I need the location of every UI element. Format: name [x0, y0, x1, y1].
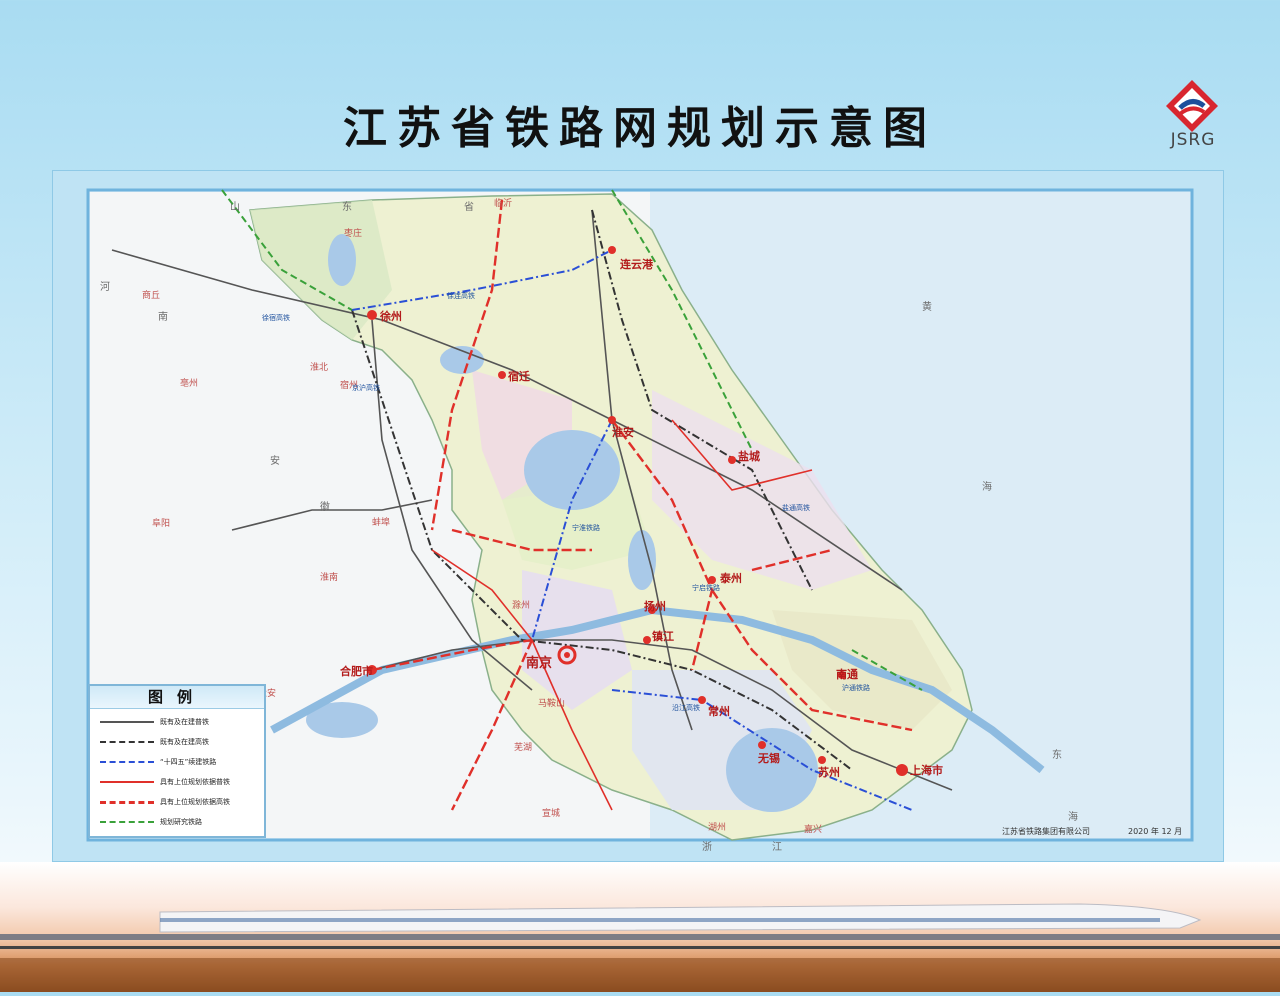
lake-gaoyou	[628, 530, 656, 590]
city-marker-taizhou	[708, 576, 716, 584]
label-jiaxing: 嘉兴	[804, 823, 822, 835]
lake-weishan	[328, 234, 356, 286]
legend-item-existing-hsr: 既有及在建高铁	[100, 734, 260, 750]
label-zaozhuang: 枣庄	[344, 227, 362, 239]
label-yancheng: 盐城	[738, 449, 760, 463]
label-chuzhou: 滁州	[512, 600, 530, 611]
label-nantong: 南通	[836, 667, 858, 681]
city-marker-huaian	[608, 416, 616, 424]
legend-label: 规划研究铁路	[160, 818, 202, 826]
label-an: 安	[270, 454, 280, 467]
label-shanghai: 上海市	[910, 763, 943, 777]
legend-label: 具有上位规划依据高铁	[160, 798, 230, 806]
label-yangzhou: 扬州	[644, 599, 666, 613]
label-huaian: 淮安	[612, 425, 634, 439]
label-hai2: 海	[1068, 810, 1078, 823]
label-nan: 南	[158, 310, 168, 323]
legend-item-planned-hsr: 具有上位规划依据高铁	[100, 794, 260, 810]
line-label-xulian: 徐连高铁	[447, 291, 475, 300]
train-illustration	[0, 903, 1280, 992]
label-jiang: 江	[772, 841, 782, 853]
line-label-hudong: 盐通高铁	[782, 503, 810, 512]
label-xuzhou: 徐州	[379, 309, 402, 323]
page-title: 江苏省铁路网规划示意图	[343, 103, 937, 154]
label-suqian: 宿迁	[508, 369, 530, 383]
label-xuancheng: 宣城	[542, 807, 560, 819]
legend-swatch	[100, 821, 154, 823]
label-hefei: 合肥市	[340, 664, 373, 678]
label-taizhou: 泰州	[719, 571, 742, 585]
label-bozhou: 亳州	[180, 377, 198, 389]
label-fuyang: 阜阳	[152, 517, 170, 529]
line-label-huhai: 沪通铁路	[842, 683, 870, 692]
line-label-ninghuai: 宁淮铁路	[572, 523, 600, 532]
label-suzhou: 苏州	[818, 765, 840, 779]
label-dong: 东	[342, 200, 352, 213]
label-he: 河	[100, 281, 110, 293]
label-maanshan: 马鞍山	[538, 697, 565, 709]
label-huainan: 淮南	[320, 571, 338, 583]
label-nanjing: 南京	[526, 655, 552, 671]
line-label-jinghu: 京沪高铁	[352, 383, 380, 392]
line-label-xusu: 徐宿高铁	[262, 313, 290, 322]
legend-item-existing-rail: 既有及在建普铁	[100, 714, 260, 730]
label-lianyungang: 连云港	[620, 257, 654, 271]
label-shan: 山	[230, 201, 240, 213]
label-wuxi: 无锡	[757, 751, 780, 765]
legend-swatch	[100, 721, 154, 723]
legend-label: 既有及在建普铁	[160, 718, 209, 726]
city-marker-zhenjiang	[643, 636, 651, 644]
legend-title: 图例	[90, 686, 264, 709]
label-sheng: 省	[464, 200, 474, 213]
label-shang: 商丘	[142, 289, 160, 301]
label-linyi: 临沂	[494, 197, 512, 209]
city-marker-suzhou	[818, 756, 826, 764]
lake-taihu	[726, 728, 818, 812]
label-huang: 黄	[922, 300, 932, 313]
legend-label: 既有及在建高铁	[160, 738, 209, 746]
city-marker-yancheng	[728, 456, 736, 464]
label-hai: 海	[982, 480, 992, 493]
legend-item-study: 规划研究铁路	[100, 814, 260, 830]
legend-item-planned-conventional: 具有上位规划依据普铁	[100, 774, 260, 790]
legend-swatch	[100, 801, 154, 804]
label-hui: 徽	[320, 500, 330, 513]
label-wuhu: 芜湖	[514, 741, 532, 753]
legend-swatch	[100, 741, 154, 743]
footer-company: 江苏省铁路集团有限公司	[1002, 827, 1090, 836]
city-marker-wuxi	[758, 741, 766, 749]
label-bengbu: 蚌埠	[372, 516, 390, 528]
city-marker-shanghai	[896, 764, 908, 776]
legend-swatch	[100, 761, 154, 763]
line-label-ningqi: 宁启铁路	[692, 583, 720, 592]
city-marker-lianyungang	[608, 246, 616, 254]
line-label-xiangtong: 沿江高铁	[672, 703, 700, 712]
city-marker-changzhou	[698, 696, 706, 704]
footer-date: 2020 年 12 月	[1128, 827, 1183, 836]
city-marker-xuzhou	[367, 310, 377, 320]
train-banner-image	[0, 862, 1280, 992]
legend-swatch	[100, 781, 154, 783]
legend-label: “十四五”续建铁路	[160, 758, 217, 766]
label-huzhou: 湖州	[708, 822, 726, 833]
legend-label: 具有上位规划依据普铁	[160, 778, 230, 786]
label-changzhou: 常州	[708, 704, 730, 718]
label-huaibei: 淮北	[310, 362, 328, 373]
legend-item-14th-fyp: “十四五”续建铁路	[100, 754, 260, 770]
logo-text: JSRG	[1170, 130, 1216, 150]
label-zhe: 浙	[702, 841, 712, 853]
map-legend: 图例 既有及在建普铁 既有及在建高铁 “十四五”续建铁路 具有上位规划依据普铁 …	[88, 684, 266, 838]
label-zhenjiang: 镇江	[652, 629, 674, 643]
label-dong2: 东	[1052, 748, 1062, 761]
city-marker-suqian	[498, 371, 506, 379]
